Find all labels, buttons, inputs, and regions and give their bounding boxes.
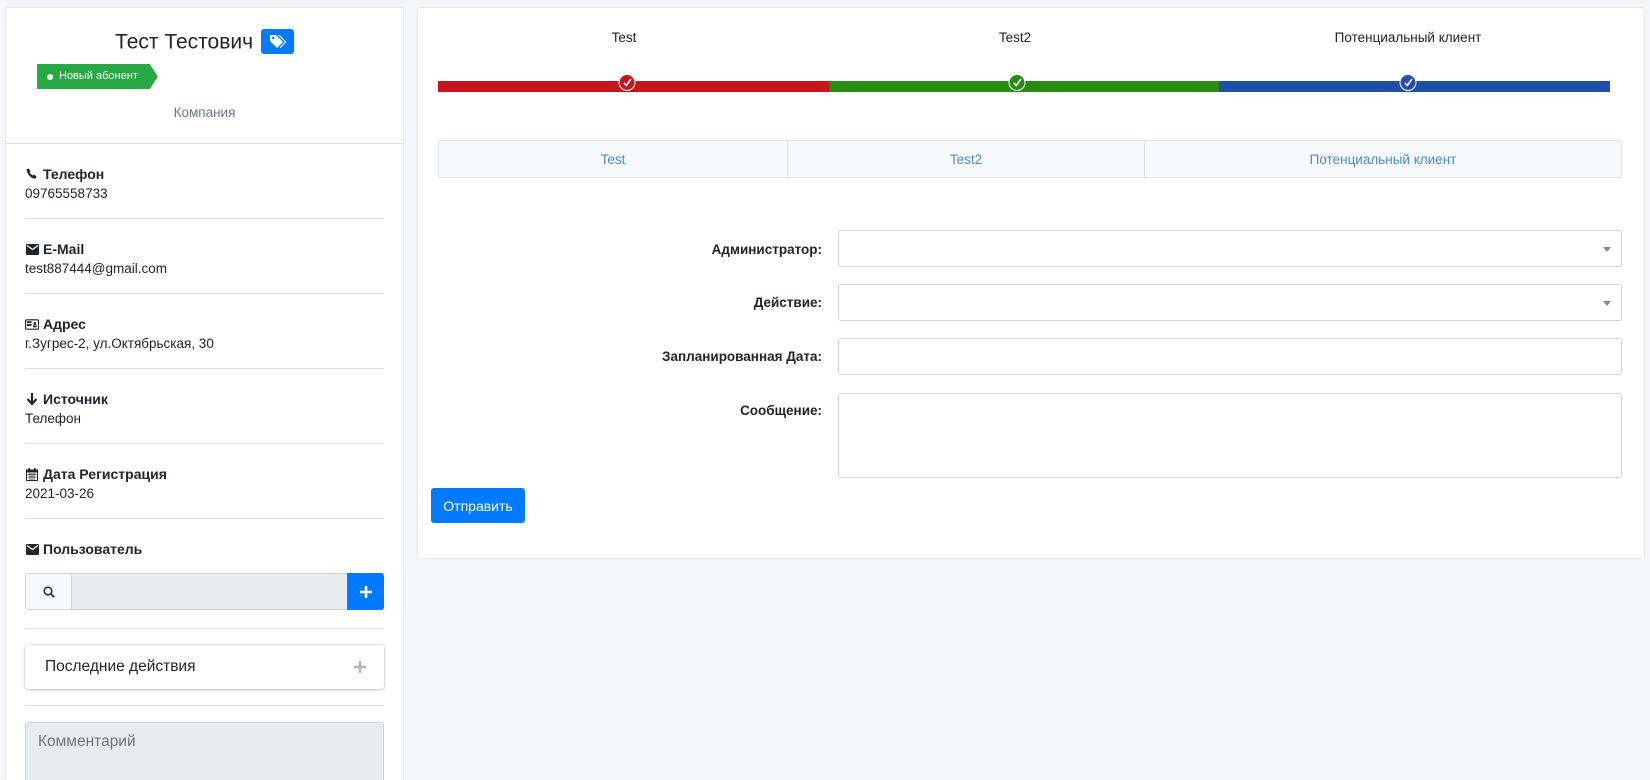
divider [25,705,384,706]
profile-header: Тест Тестович Новый абонент Компания [6,8,403,144]
check-icon[interactable] [1399,74,1417,91]
envelope-icon [25,542,39,556]
email-label: E-Mail [43,241,85,257]
phone-value: 09765558733 [25,186,108,201]
tags-button[interactable] [260,29,294,54]
progress-steps: Test Test2 Потенциальный клиент [438,8,1610,108]
tab-test2[interactable]: Test2 [788,141,1145,177]
calendar-icon [25,467,39,481]
info-address: Адрес г.Зугрес-2, ул.Октябрьская, 30 [25,294,384,369]
address-value: г.Зугрес-2, ул.Октябрьская, 30 [25,336,214,351]
stage-tabs: Test Test2 Потенциальный клиент [438,140,1622,178]
tags-icon [269,35,286,48]
user-search-input[interactable] [71,573,347,610]
phone-icon [25,167,39,181]
chevron-down-icon [1603,247,1611,252]
address-label: Адрес [43,316,86,332]
profile-name: Тест Тестович [115,30,254,54]
user-section: Пользователь [25,519,384,629]
email-value: test887444@gmail.com [25,261,168,276]
info-source: Источник Телефон [25,369,384,444]
arrow-down-icon [25,392,39,406]
envelope-icon [25,242,39,256]
info-email: E-Mail test887444@gmail.com [25,219,384,294]
status-badge: Новый абонент [37,64,158,89]
profile-card: Тест Тестович Новый абонент Компания Тел… [6,8,403,780]
contact-info-list: Телефон 09765558733 E-Mail test887444@gm… [6,144,403,780]
action-label: Действие: [753,295,822,310]
chevron-down-icon [1603,301,1611,306]
source-value: Телефон [25,411,82,426]
info-phone: Телефон 09765558733 [25,144,384,219]
message-label: Сообщение: [740,403,822,418]
action-select[interactable] [838,284,1622,321]
recent-actions-title: Последние действия [45,658,196,675]
check-icon[interactable] [618,74,636,91]
company-name: Компания [173,105,236,120]
phone-label: Телефон [43,166,105,182]
registration-date-label: Дата Регистрация [43,466,167,482]
source-label: Источник [43,391,108,407]
plus-icon [359,585,372,598]
check-icon[interactable] [1008,74,1026,91]
planned-date-input[interactable] [838,338,1622,375]
step-label-3: Потенциальный клиент [1334,30,1482,45]
recent-actions-panel[interactable]: Последние действия [25,645,384,689]
step-label-2: Test2 [998,30,1032,45]
step-label-1: Test [611,30,637,45]
admin-label: Администратор: [711,242,822,257]
submit-button[interactable]: Отправить [431,488,525,523]
tab-potential-client[interactable]: Потенциальный клиент [1145,141,1621,177]
registration-date-value: 2021-03-26 [25,486,95,501]
user-label: Пользователь [43,541,143,557]
admin-select[interactable] [838,230,1622,267]
info-registration-date: Дата Регистрация 2021-03-26 [25,444,384,519]
id-card-icon [25,317,39,331]
main-card: Test Test2 Потенциальный клиент Test Tes… [418,8,1644,558]
user-search-group [25,573,384,610]
comment-textarea[interactable]: Комментарий [25,722,384,780]
search-icon [25,573,71,610]
tab-test[interactable]: Test [439,141,788,177]
expand-plus-icon[interactable] [354,656,366,679]
planned-date-label: Запланированная Дата: [662,349,822,364]
add-user-button[interactable] [347,573,384,610]
message-textarea[interactable] [838,393,1622,478]
